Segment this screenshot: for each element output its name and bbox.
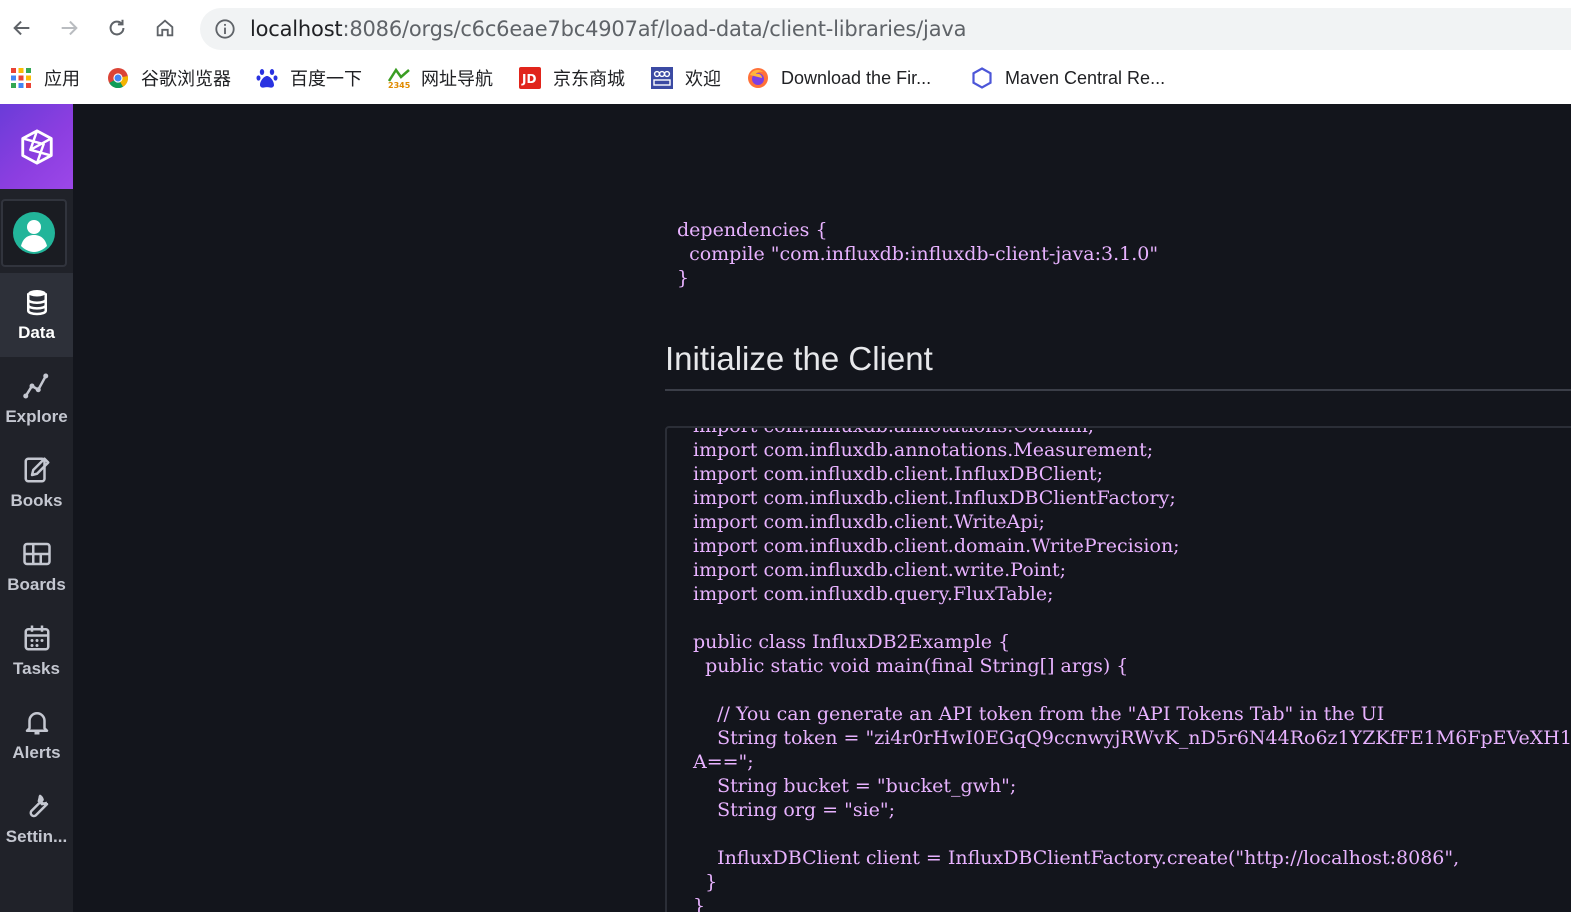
bookmark-label: Download the Fir... <box>781 67 932 88</box>
user-avatar-button[interactable] <box>1 199 67 267</box>
sidebar-item-data[interactable]: Data <box>0 273 73 357</box>
notebook-pencil-icon <box>24 457 49 483</box>
sidebar-item-boards[interactable]: Boards <box>0 525 73 609</box>
nav-2345-icon: 2345 <box>387 67 411 90</box>
reload-icon <box>109 19 125 36</box>
sidebar-item-label: Settin... <box>5 827 68 846</box>
sidebar-item-settings[interactable]: Settin... <box>0 777 73 861</box>
jd-icon: JD <box>519 67 541 89</box>
bell-icon <box>25 712 48 735</box>
client-code-block[interactable]: import com.influxdb.annotations.Column; … <box>665 426 1571 912</box>
chrome-icon <box>107 67 129 89</box>
calendar-icon <box>24 625 49 651</box>
sidebar-item-label: Books <box>10 491 63 510</box>
bookmark-baidu[interactable]: 百度一下 <box>256 64 362 92</box>
dependencies-code-block[interactable]: dependencies { compile "com.influxdb:inf… <box>677 218 1158 290</box>
sidebar-item-label: Tasks <box>13 659 60 678</box>
influxdb-cube-icon <box>20 128 53 165</box>
bookmark-jd[interactable]: JD 京东商城 <box>519 64 625 92</box>
dashboard-grid-icon <box>22 542 51 566</box>
section-title: Initialize the Client <box>665 340 933 377</box>
url-host: localhost <box>250 17 343 41</box>
sidebar-item-books[interactable]: Books <box>0 441 73 525</box>
forward-button[interactable] <box>53 12 85 44</box>
maven-hexagon-icon <box>971 67 993 89</box>
main-content: dependencies { compile "com.influxdb:inf… <box>73 104 1571 912</box>
address-bar[interactable]: localhost:8086/orgs/c6c6eae7bc4907af/loa… <box>200 8 1571 50</box>
reload-button[interactable] <box>101 12 133 44</box>
info-icon[interactable] <box>214 18 236 40</box>
svg-text:2345: 2345 <box>388 81 411 89</box>
sidebar-item-alerts[interactable]: Alerts <box>0 693 73 777</box>
welcome-icon <box>651 67 673 89</box>
url-path: :8086/orgs/c6c6eae7bc4907af/load-data/cl… <box>342 17 967 41</box>
bookmark-label: 欢迎 <box>685 69 721 89</box>
bookmark-chrome[interactable]: 谷歌浏览器 <box>107 64 231 92</box>
influxdb-logo[interactable] <box>0 104 73 189</box>
url-text[interactable]: localhost:8086/orgs/c6c6eae7bc4907af/loa… <box>250 17 966 41</box>
bookmark-2345[interactable]: 2345 网址导航 <box>387 64 493 92</box>
bookmark-label: 京东商城 <box>553 69 625 89</box>
sidebar-item-label: Explore <box>5 407 68 426</box>
bookmark-welcome[interactable]: 欢迎 <box>651 64 721 92</box>
wrench-icon <box>29 794 48 818</box>
sidebar-item-label: Alerts <box>12 743 61 762</box>
bookmark-firefox[interactable]: Download the Fir... <box>747 64 931 92</box>
browser-chrome: localhost:8086/orgs/c6c6eae7bc4907af/loa… <box>0 0 1571 105</box>
graph-line-icon <box>22 373 48 399</box>
bookmark-label: 网址导航 <box>421 69 493 89</box>
section-divider <box>665 389 1571 391</box>
bookmark-maven[interactable]: Maven Central Re... <box>971 64 1165 92</box>
back-button[interactable] <box>6 12 38 44</box>
bookmark-label: 百度一下 <box>290 69 362 89</box>
bookmark-apps[interactable]: 应用 <box>10 64 80 92</box>
client-code-text: import com.influxdb.annotations.Column; … <box>693 426 1571 912</box>
avatar <box>13 212 55 254</box>
bookmark-label: Maven Central Re... <box>1005 67 1166 88</box>
home-button[interactable] <box>149 12 181 44</box>
arrow-left-icon <box>13 20 30 36</box>
baidu-paw-icon <box>256 67 278 89</box>
apps-grid-icon <box>10 67 32 89</box>
arrow-right-icon <box>61 20 78 36</box>
firefox-icon <box>747 67 769 89</box>
home-icon <box>156 19 174 37</box>
bookmark-label: 谷歌浏览器 <box>141 69 231 89</box>
bookmark-label: 应用 <box>44 69 80 89</box>
sidebar-item-explore[interactable]: Explore <box>0 357 73 441</box>
database-icon <box>26 290 47 316</box>
sidebar-item-label: Data <box>18 323 55 342</box>
sidebar-item-label: Boards <box>7 575 66 594</box>
sidebar-item-tasks[interactable]: Tasks <box>0 609 73 693</box>
app-sidebar: Data Explore Books Boards Tasks Alerts S… <box>0 104 73 912</box>
bookmarks-bar: 应用 谷歌浏览器 百度一下 2345 网址导航 JD 京东商城 欢迎 Downl… <box>0 62 1571 94</box>
browser-toolbar: localhost:8086/orgs/c6c6eae7bc4907af/loa… <box>0 0 1571 56</box>
svg-text:JD: JD <box>521 72 536 86</box>
